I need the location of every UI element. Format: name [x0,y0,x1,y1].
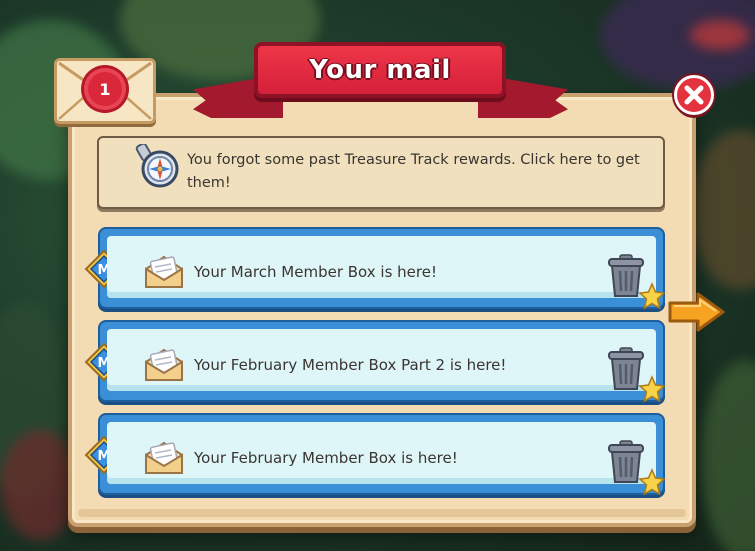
mail-item-body: Your February Member Box is here! [107,422,656,484]
mail-item[interactable]: M Your February Member Box Part 2 is her… [84,320,666,403]
mail-item-body: Your February Member Box Part 2 is here! [107,329,656,391]
next-arrow-icon[interactable] [668,292,726,332]
star-icon [638,375,666,403]
mail-item[interactable]: M Your February Member Box is here! [84,413,666,496]
unread-count: 1 [99,79,111,99]
mail-item-text: Your February Member Box Part 2 is here! [194,356,507,374]
open-envelope-icon [145,348,183,381]
open-envelope-icon [145,255,183,288]
mail-item-body: Your March Member Box is here! [107,236,656,298]
title-banner: Your mail [254,42,506,98]
compass-watch-icon [135,144,179,188]
mail-item[interactable]: M Your March Member Box is here! [84,227,666,310]
close-icon [684,85,704,105]
page-title: Your mail [309,55,451,85]
open-envelope-icon [145,441,183,474]
close-button[interactable] [674,75,714,115]
treasure-track-notice[interactable]: You forgot some past Treasure Track rewa… [97,136,665,209]
mail-item-text: Your February Member Box is here! [194,449,458,467]
notice-text: You forgot some past Treasure Track rewa… [187,152,640,191]
star-icon [638,468,666,496]
mail-item-text: Your March Member Box is here! [194,263,437,281]
unread-count-seal: 1 [84,68,126,110]
star-icon [638,282,666,310]
